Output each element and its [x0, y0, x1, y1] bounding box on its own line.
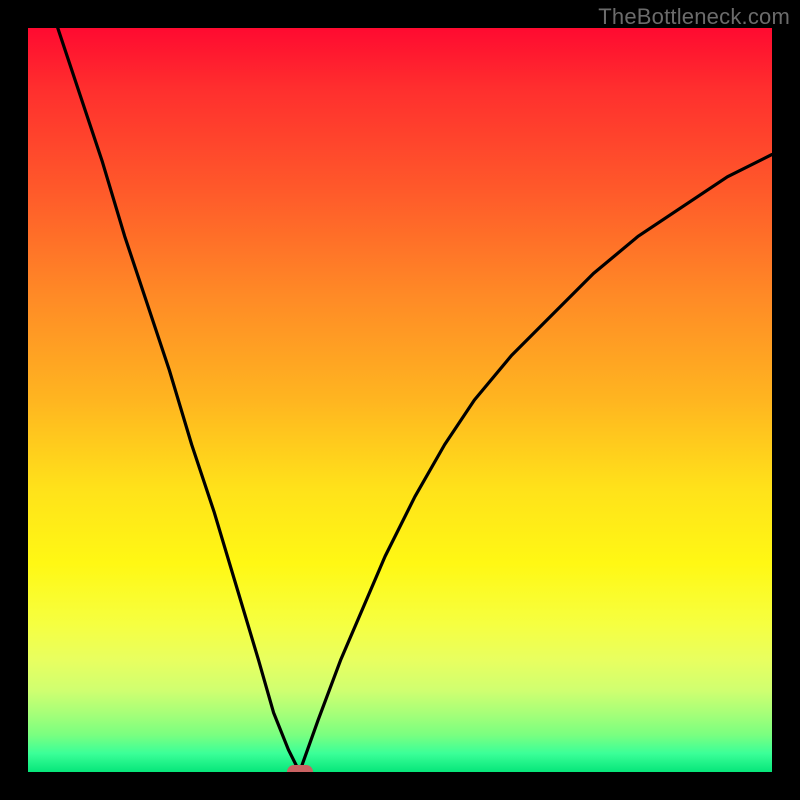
- plot-area: [28, 28, 772, 772]
- chart-frame: TheBottleneck.com: [0, 0, 800, 800]
- minimum-marker: [287, 765, 313, 772]
- bottleneck-curve: [28, 28, 772, 772]
- watermark-text: TheBottleneck.com: [598, 4, 790, 30]
